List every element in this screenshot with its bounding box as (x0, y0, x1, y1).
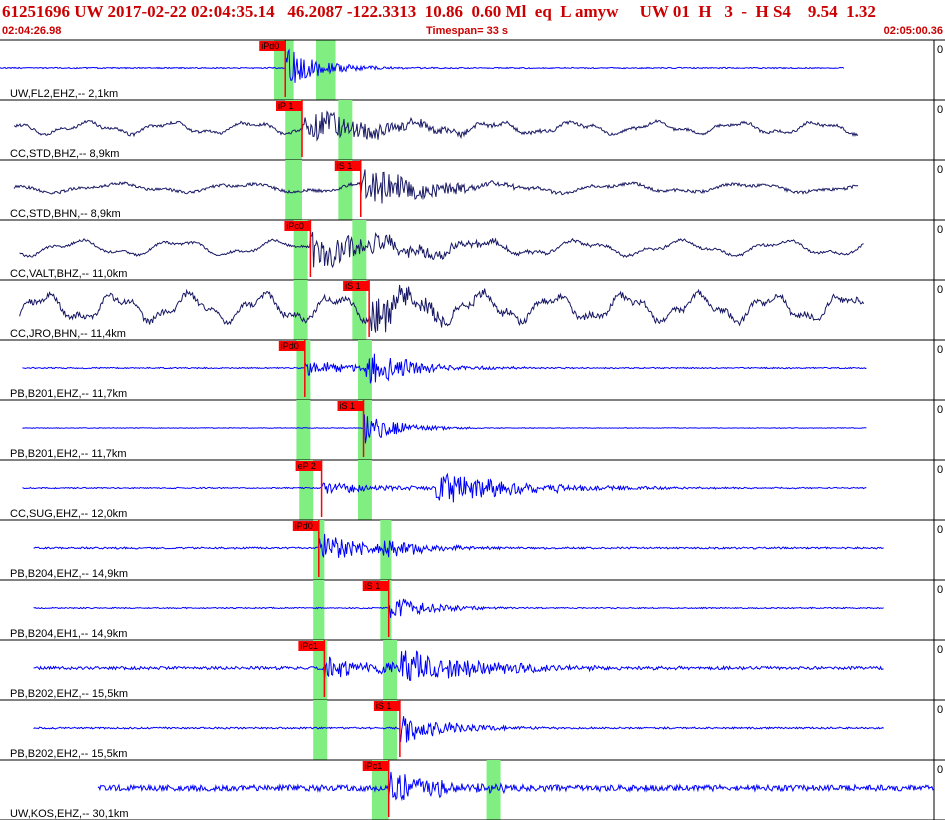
station-label: PB,B204,EHZ,-- 14,9km (10, 568, 128, 580)
pick-label: iPd0 (261, 41, 279, 51)
scale-label: 0 (937, 704, 943, 716)
pick-label: iPd0 (295, 521, 313, 531)
pick-label: iS 1 (365, 581, 381, 591)
time-window (313, 580, 325, 640)
waveform-line (0, 48, 845, 83)
trace-row: iPc1 PB,B202,EHZ,-- 15,5km 0 (0, 640, 945, 701)
scale-label: 0 (937, 344, 943, 356)
waveform-line (33, 533, 884, 558)
pick-label: iPc0 (286, 221, 304, 231)
pick-label: iPc1 (365, 761, 383, 771)
trace-row: iS 1 CC,JRO,BHN,-- 11,4km 0 (0, 280, 945, 341)
station-label: UW,KOS,EHZ,-- 30,1km (10, 808, 129, 820)
pick-label: iS 1 (345, 281, 361, 291)
pick-label: iS 1 (337, 161, 353, 171)
time-window (313, 700, 328, 760)
waveform-line (33, 650, 884, 681)
station-label: PB,B201,EH2,-- 11,7km (10, 448, 127, 460)
trace-row: iS 1 PB,B202,EH2,-- 15,5km 0 (0, 700, 945, 761)
station-label: PB,B204,EH1,-- 14,9km (10, 628, 127, 640)
waveform-line (33, 598, 884, 619)
waveform-line (22, 353, 867, 384)
station-label: CC,JRO,BHN,-- 11,4km (10, 328, 126, 340)
scale-label: 0 (937, 584, 943, 596)
waveform-line (22, 472, 867, 503)
pick-label: iS 1 (340, 401, 356, 411)
trace-row: iS 1 CC,STD,BHN,-- 8,9km 0 (0, 160, 945, 221)
scale-label: 0 (937, 524, 943, 536)
waveform-line (97, 771, 935, 802)
station-label: CC,STD,BHN,-- 8,9km (10, 208, 121, 220)
scale-label: 0 (937, 764, 943, 776)
seismogram-panel: iPd0 UW,FL2,EHZ,-- 2,1km 0 iP 1 CC,STD,BHZ,-… (0, 39, 945, 820)
scale-label: 0 (937, 164, 943, 176)
station-label: CC,VALT,BHZ,-- 11,0km (10, 268, 127, 280)
pick-label: iS 1 (376, 701, 392, 711)
pick-label: eP 2 (298, 461, 316, 471)
pick-label: iP 1 (278, 101, 293, 111)
trace-row: iS 1 PB,B204,EH1,-- 14,9km 0 (0, 580, 945, 641)
waveform-line (13, 110, 859, 142)
trace-row: iPd0 PB,B204,EHZ,-- 14,9km 0 (0, 520, 945, 581)
station-label: PB,B201,EHZ,-- 11,7km (10, 388, 127, 400)
station-label: PB,B202,EH2,-- 15,5km (10, 748, 127, 760)
waveform-line (19, 231, 864, 269)
waveform-line (19, 284, 865, 333)
trace-row: eP 2 CC,SUG,EHZ,-- 12,0km 0 (0, 460, 945, 521)
trace-row: iPc1 UW,KOS,EHZ,-- 30,1km 0 (0, 760, 945, 820)
trace-row: iPc0 CC,VALT,BHZ,-- 11,0km 0 (0, 220, 945, 281)
scale-label: 0 (937, 224, 943, 236)
station-label: PB,B202,EHZ,-- 15,5km (10, 688, 128, 700)
station-label: UW,FL2,EHZ,-- 2,1km (10, 88, 118, 100)
trace-row: iPd0 PB,B201,EHZ,-- 11,7km 0 (0, 340, 945, 401)
station-label: CC,SUG,EHZ,-- 12,0km (10, 508, 127, 520)
waveform-line (22, 414, 867, 444)
scale-label: 0 (937, 644, 943, 656)
time-window (285, 160, 303, 220)
trace-row: iPd0 UW,FL2,EHZ,-- 2,1km 0 (0, 40, 945, 101)
trace-row: iS 1 PB,B201,EH2,-- 11,7km 0 (0, 400, 945, 461)
pick-label: iPd0 (281, 341, 299, 351)
scale-label: 0 (937, 404, 943, 416)
trace-row: iP 1 CC,STD,BHZ,-- 8,9km 0 (0, 100, 945, 161)
scale-label: 0 (937, 284, 943, 296)
pick-label: iPc1 (300, 641, 318, 651)
station-label: CC,STD,BHZ,-- 8,9km (10, 148, 119, 160)
scale-label: 0 (937, 464, 943, 476)
scale-label: 0 (937, 104, 943, 116)
waveform-line (33, 716, 884, 743)
time-window (293, 280, 308, 340)
time-window (296, 400, 311, 460)
scale-label: 0 (937, 44, 943, 56)
waveform-line (13, 169, 859, 204)
